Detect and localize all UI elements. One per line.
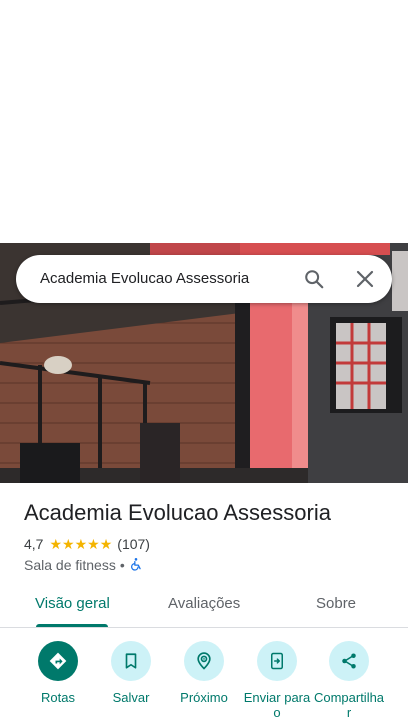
send-to-phone-button[interactable]: Enviar para o	[239, 641, 315, 720]
send-to-phone-label: Enviar para o	[243, 690, 311, 720]
rating-stars: ★ ★ ★ ★ ★	[49, 537, 112, 551]
share-icon	[329, 641, 369, 681]
action-row: Rotas Salvar Próximo Enviar para o Compa…	[0, 641, 408, 726]
star-icon: ★	[62, 536, 75, 552]
wheelchair-icon	[129, 557, 143, 574]
save-button[interactable]: Salvar	[93, 641, 169, 705]
search-bar[interactable]: Academia Evolucao Assessoria	[16, 255, 392, 303]
tab-about[interactable]: Sobre	[316, 589, 356, 625]
directions-icon	[38, 641, 78, 681]
share-label: Compartilha r	[313, 690, 385, 720]
search-icon[interactable]	[302, 267, 326, 291]
star-half-icon: ★	[99, 536, 113, 552]
nearby-label: Próximo	[180, 690, 228, 705]
rating-row[interactable]: 4,7 ★ ★ ★ ★ ★ (107)	[24, 535, 150, 553]
search-input[interactable]: Academia Evolucao Assessoria	[40, 255, 249, 303]
map-area-blank	[0, 0, 408, 243]
category-row: Sala de fitness •	[24, 556, 143, 574]
directions-button[interactable]: Rotas	[20, 641, 96, 705]
place-category: Sala de fitness	[24, 557, 116, 573]
close-icon[interactable]	[353, 267, 377, 291]
nearby-icon	[184, 641, 224, 681]
save-label: Salvar	[112, 690, 150, 705]
separator: •	[119, 557, 125, 573]
tab-overview[interactable]: Visão geral	[35, 589, 110, 625]
tab-bar: Visão geral Avaliações Sobre	[0, 589, 408, 628]
place-title: Academia Evolucao Assessoria	[24, 500, 331, 525]
star-icon: ★	[87, 536, 100, 552]
bookmark-icon	[111, 641, 151, 681]
share-button[interactable]: Compartilha r	[311, 641, 387, 720]
active-tab-indicator	[36, 624, 108, 627]
star-icon: ★	[49, 536, 63, 552]
tab-reviews[interactable]: Avaliações	[168, 589, 240, 625]
rating-value: 4,7	[24, 536, 44, 552]
directions-label: Rotas	[41, 690, 75, 705]
star-icon: ★	[74, 536, 88, 552]
review-count[interactable]: (107)	[117, 536, 150, 552]
send-to-phone-icon	[257, 641, 297, 681]
nearby-button[interactable]: Próximo	[166, 641, 242, 705]
